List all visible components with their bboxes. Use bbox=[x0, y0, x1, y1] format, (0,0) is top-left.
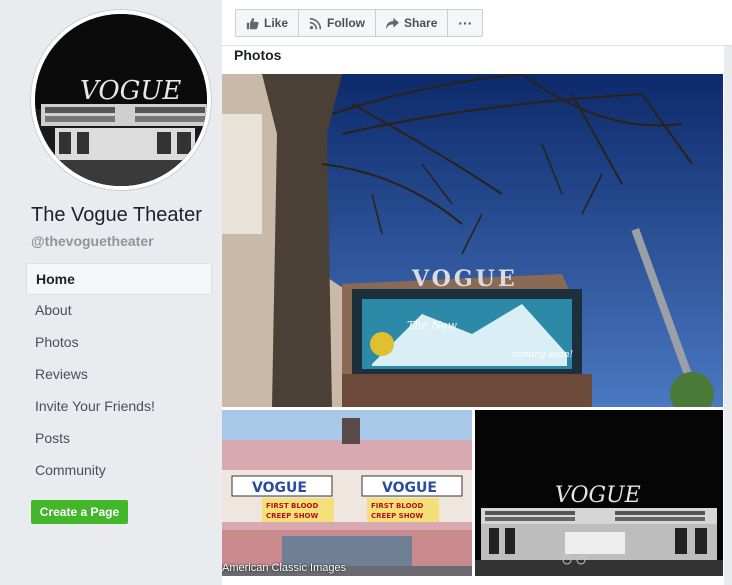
photos-section: Photos VOGUE The New coming soon! VOGUE … bbox=[222, 46, 724, 585]
vintage-left-show-1: FIRST BLOOD bbox=[266, 502, 318, 510]
share-arrow-icon bbox=[386, 17, 400, 29]
more-dots-icon: ··· bbox=[458, 15, 473, 31]
rss-feed-icon bbox=[309, 17, 322, 29]
follow-label: Follow bbox=[327, 16, 366, 30]
nav-item-invite-friends[interactable]: Invite Your Friends! bbox=[26, 391, 212, 423]
nav-item-posts[interactable]: Posts bbox=[26, 423, 212, 455]
vintage-marquee-right-title: VOGUE bbox=[382, 480, 437, 496]
profile-photo-image: VOGUE bbox=[35, 14, 207, 186]
page-name[interactable]: The Vogue Theater bbox=[31, 204, 202, 227]
like-label: Like bbox=[264, 16, 289, 30]
photo-marquee-exterior[interactable]: VOGUE The New coming soon! bbox=[222, 74, 723, 407]
vintage-marquee-left-title: VOGUE bbox=[252, 480, 307, 496]
marquee-sign-text: VOGUE bbox=[411, 266, 518, 292]
profile-marquee-text: VOGUE bbox=[80, 76, 181, 106]
main-content: Like Follow Share ··· Photos VOGUE The N… bbox=[222, 0, 732, 585]
share-label: Share bbox=[404, 16, 438, 30]
nav-item-reviews[interactable]: Reviews bbox=[26, 359, 212, 391]
bw-marquee-title: VOGUE bbox=[555, 483, 641, 508]
profile-picture[interactable]: VOGUE bbox=[31, 10, 211, 190]
nav-item-photos[interactable]: Photos bbox=[26, 327, 212, 359]
follow-button[interactable]: Follow bbox=[299, 10, 377, 36]
vintage-right-show-2: CREEP SHOW bbox=[371, 512, 424, 520]
action-button-group: Like Follow Share ··· bbox=[235, 9, 484, 37]
nav-item-about[interactable]: About bbox=[26, 295, 212, 327]
page-nav: Home About Photos Reviews Invite Your Fr… bbox=[26, 263, 212, 487]
sidebar: VOGUE The Vogue Theater @thevoguetheater… bbox=[0, 0, 222, 585]
nav-item-home[interactable]: Home bbox=[26, 263, 212, 295]
photo-watermark: American Classic Images bbox=[222, 562, 347, 574]
more-options-button[interactable]: ··· bbox=[448, 10, 482, 36]
create-page-button[interactable]: Create a Page bbox=[31, 500, 128, 524]
share-button[interactable]: Share bbox=[376, 10, 449, 36]
action-bar: Like Follow Share ··· bbox=[222, 0, 732, 46]
photo-bw-night[interactable]: VOGUE bbox=[475, 410, 723, 576]
page-handle[interactable]: @thevoguetheater bbox=[31, 233, 154, 249]
nav-item-community[interactable]: Community bbox=[26, 455, 212, 487]
marquee-screen-text: The New bbox=[407, 319, 458, 332]
marquee-screen-subtext: coming soon! bbox=[512, 350, 574, 360]
page: VOGUE The Vogue Theater @thevoguetheater… bbox=[0, 0, 732, 585]
like-button[interactable]: Like bbox=[236, 10, 300, 36]
vintage-left-show-2: CREEP SHOW bbox=[266, 512, 319, 520]
thumbs-up-icon bbox=[246, 17, 259, 29]
photos-section-title[interactable]: Photos bbox=[234, 47, 281, 63]
marquee-exterior-image: VOGUE The New coming soon! bbox=[222, 74, 723, 407]
bw-night-image: VOGUE bbox=[475, 410, 723, 576]
vintage-right-show-1: FIRST BLOOD bbox=[371, 502, 423, 510]
vintage-color-image: VOGUE VOGUE FIRST BLOOD CREEP SHOW FIRST… bbox=[222, 410, 472, 576]
photo-vintage-color[interactable]: VOGUE VOGUE FIRST BLOOD CREEP SHOW FIRST… bbox=[222, 410, 472, 576]
